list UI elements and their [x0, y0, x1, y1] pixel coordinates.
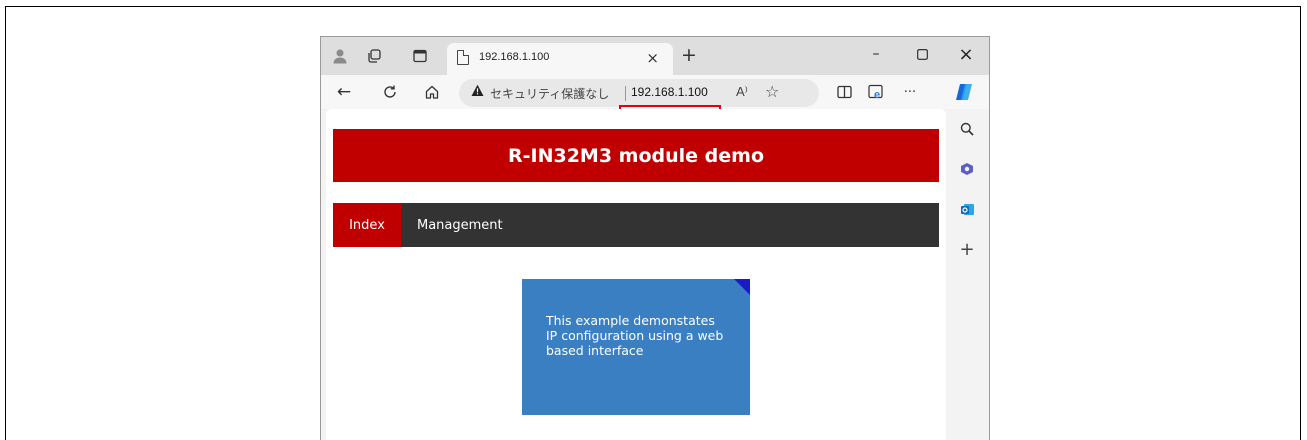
tab-close-icon[interactable]: ×	[646, 49, 659, 67]
tab-active[interactable]: 192.168.1.100 ×	[447, 43, 673, 75]
ie-mode-icon[interactable]: e	[863, 79, 889, 105]
address-separator	[625, 86, 626, 101]
site-header: R-IN32M3 module demo	[333, 129, 939, 182]
workspaces-icon[interactable]	[363, 45, 385, 67]
nav-item-management[interactable]: Management	[417, 203, 503, 247]
info-note-text: This example demonstates IP configuratio…	[546, 313, 724, 358]
note-corner	[734, 279, 750, 295]
outlook-icon[interactable]	[955, 197, 979, 221]
new-tab-button[interactable]: +	[681, 46, 697, 65]
maximize-button[interactable]	[899, 41, 945, 67]
page-title: R-IN32M3 module demo	[508, 144, 764, 167]
svg-text:e: e	[874, 89, 880, 100]
info-note-card: This example demonstates IP configuratio…	[522, 279, 750, 415]
copilot-icon[interactable]	[951, 79, 977, 105]
toolbar: ← セキュリティ保護なし 192.168.1.100 A⁾ ☆ e ···	[321, 75, 989, 153]
more-menu-icon[interactable]: ···	[897, 79, 923, 105]
profile-icon[interactable]	[329, 45, 351, 67]
url-text[interactable]: 192.168.1.100	[631, 85, 708, 99]
tab-actions-icon[interactable]	[409, 45, 431, 67]
tab-title: 192.168.1.100	[479, 51, 550, 63]
close-button[interactable]: ×	[943, 41, 989, 67]
split-screen-icon[interactable]	[831, 79, 857, 105]
home-button[interactable]	[419, 79, 445, 105]
back-button[interactable]: ←	[331, 79, 357, 105]
edge-sidebar: +	[945, 109, 989, 440]
browser-window: 192.168.1.100 × + – × ← セキュリティ保護なし 192.1…	[320, 36, 990, 440]
office-icon[interactable]	[955, 157, 979, 181]
minimize-button[interactable]: –	[853, 41, 899, 67]
address-bar[interactable]: セキュリティ保護なし 192.168.1.100 A⁾ ☆	[459, 79, 819, 107]
web-page: R-IN32M3 module demo Index Management Th…	[326, 109, 946, 440]
tab-strip: 192.168.1.100 × + – ×	[321, 37, 989, 75]
read-aloud-icon[interactable]: A⁾	[736, 84, 748, 100]
not-secure-label[interactable]: セキュリティ保護なし	[490, 85, 609, 102]
page-icon	[457, 50, 469, 65]
refresh-button[interactable]	[377, 79, 403, 105]
search-icon[interactable]	[955, 117, 979, 141]
warning-icon[interactable]	[471, 84, 484, 101]
favorite-icon[interactable]: ☆	[765, 82, 779, 101]
nav-item-index[interactable]: Index	[333, 203, 401, 247]
add-icon[interactable]: +	[955, 237, 979, 261]
site-nav: Index Management	[333, 203, 939, 247]
